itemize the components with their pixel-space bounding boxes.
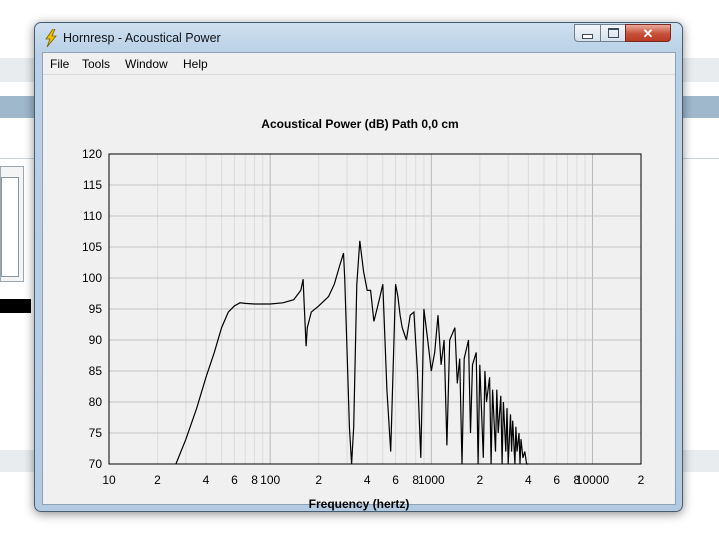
chart-title: Acoustical Power (dB) Path 0,0 cm: [261, 117, 458, 131]
hornresp-window: Hornresp - Acoustical Power ✕ File Tools…: [34, 22, 683, 512]
y-tick-label: 80: [89, 395, 103, 409]
x-tick-label: 2: [315, 473, 322, 487]
x-tick-label: 2: [638, 473, 645, 487]
minimize-icon: [582, 33, 593, 39]
y-tick-label: 120: [82, 147, 102, 161]
x-axis-label: Frequency (hertz): [309, 497, 410, 511]
x-tick-label: 100: [260, 473, 280, 487]
minimize-button[interactable]: [574, 24, 601, 42]
y-tick-label: 110: [83, 209, 102, 223]
acoustical-power-chart: Acoustical Power (dB) Path 0,0 cm 120 115…: [82, 117, 645, 511]
y-axis-ticks: 120 115 110 105 100 95 90 85 80 75 70: [82, 147, 102, 471]
y-tick-label: 95: [89, 302, 103, 316]
y-tick-label: 90: [89, 333, 103, 347]
x-tick-label: 8: [251, 473, 258, 487]
title-bar[interactable]: Hornresp - Acoustical Power ✕: [35, 23, 682, 51]
x-tick-label: 2: [476, 473, 483, 487]
background-thumbnail-plot: [1, 177, 19, 277]
close-icon: ✕: [642, 25, 654, 41]
y-tick-label: 115: [83, 178, 102, 192]
x-tick-label: 1000: [418, 473, 445, 487]
lightning-bolt-icon: [45, 29, 57, 47]
x-tick-label: 6: [231, 473, 238, 487]
chart-grid: [109, 154, 641, 464]
x-tick-label: 6: [392, 473, 399, 487]
x-axis-ticks: 10 2 4 6 8 100 2 4 6 81000 2 4 6 810000 2: [102, 473, 644, 487]
y-tick-label: 75: [89, 426, 103, 440]
x-tick-label: 4: [525, 473, 532, 487]
y-tick-label: 70: [89, 457, 103, 471]
y-tick-label: 85: [89, 364, 103, 378]
x-tick-label: 2: [154, 473, 161, 487]
power-curve: [175, 240, 529, 465]
x-tick-label: 4: [203, 473, 210, 487]
window-title: Hornresp - Acoustical Power: [63, 31, 221, 45]
menu-help[interactable]: Help: [183, 57, 208, 71]
x-tick-label: 10000: [576, 473, 610, 487]
maximize-icon: [607, 28, 619, 38]
menu-tools[interactable]: Tools: [82, 57, 110, 71]
y-tick-label: 105: [82, 240, 102, 254]
menu-window[interactable]: Window: [125, 57, 168, 71]
chart-area: Acoustical Power (dB) Path 0,0 cm 120 115…: [43, 75, 675, 511]
close-button[interactable]: ✕: [625, 24, 671, 42]
menu-file[interactable]: File: [50, 57, 69, 71]
maximize-button[interactable]: [600, 24, 626, 42]
y-tick-label: 100: [82, 271, 102, 285]
client-area: File Tools Window Help Acoustical Power …: [42, 52, 676, 511]
x-tick-label: 4: [364, 473, 371, 487]
x-tick-label: 10: [102, 473, 116, 487]
background-black-strip: [0, 299, 31, 313]
background-thumbnail-window[interactable]: [0, 166, 24, 282]
x-tick-label: 6: [553, 473, 560, 487]
menu-bar: File Tools Window Help: [43, 53, 675, 75]
